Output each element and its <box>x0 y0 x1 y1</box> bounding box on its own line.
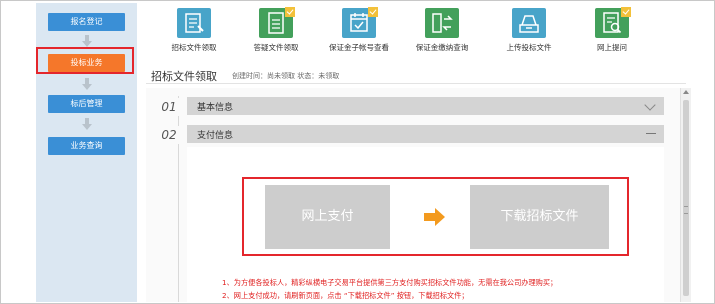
section-basic-info[interactable]: 基本信息 <box>187 97 664 115</box>
down-arrow-icon <box>82 118 92 130</box>
divider <box>146 83 686 84</box>
page-status: 创建时间：尚未领取 状态：未领取 <box>232 72 340 80</box>
tool-online-question[interactable]: 网上提问 <box>575 7 649 53</box>
section-title: 基本信息 <box>197 103 234 113</box>
checkmark-badge-icon <box>285 7 295 17</box>
tool-label: 保证金子帐号查看 <box>329 43 389 52</box>
down-arrow-icon <box>82 78 92 90</box>
chevron-down-icon[interactable] <box>644 99 656 111</box>
online-pay-button[interactable]: 网上支付 <box>265 185 390 249</box>
tool-label: 上传投标文件 <box>506 43 552 52</box>
collapse-icon[interactable] <box>646 133 656 134</box>
payment-note: 2、网上支付成功，请刷新页面，点击 “下载招标文件” 按钮，下载招标文件； <box>222 291 469 300</box>
step-number: 02 <box>158 126 180 144</box>
tool-deposit-account[interactable]: 保证金子帐号查看 <box>322 7 396 53</box>
sidebar-item-query[interactable]: 业务查询 <box>48 137 125 155</box>
tender-document-icon <box>177 8 211 38</box>
vertical-scrollbar[interactable] <box>680 88 691 302</box>
down-arrow-icon <box>82 35 92 47</box>
download-tender-button[interactable]: 下载招标文件 <box>470 185 609 249</box>
scroll-grip-icon <box>684 206 688 214</box>
transfer-icon <box>425 8 459 38</box>
tool-label: 保证金缴纳查询 <box>415 43 469 52</box>
checkmark-badge-icon <box>368 7 378 17</box>
step-number: 01 <box>158 98 180 116</box>
qa-document-icon <box>259 7 295 38</box>
tool-deposit-query[interactable]: 保证金缴纳查询 <box>405 8 479 53</box>
section-payment-info[interactable]: 支付信息 <box>187 125 664 143</box>
right-arrow-icon <box>424 208 446 226</box>
tool-label: 招标文件领取 <box>171 43 217 52</box>
tool-tender-document[interactable]: 招标文件领取 <box>157 8 231 53</box>
page-title: 招标文件领取 <box>151 70 217 83</box>
tool-qa-document[interactable]: 答疑文件领取 <box>239 7 313 53</box>
scroll-up-icon[interactable] <box>683 90 689 94</box>
section-title: 支付信息 <box>197 131 234 141</box>
calendar-check-icon <box>342 7 378 38</box>
checkmark-badge-icon <box>621 7 631 17</box>
sidebar-item-registration[interactable]: 报名登记 <box>48 13 125 31</box>
tool-label: 答疑文件领取 <box>253 43 299 52</box>
payment-note: 1、为方便各投标人，精彩纵横电子交易平台提供第三方支付购买招标文件功能，无需在我… <box>222 278 558 287</box>
scroll-thumb[interactable] <box>683 100 689 296</box>
upload-tray-icon <box>512 8 546 38</box>
sidebar-item-post-bid[interactable]: 标后管理 <box>48 95 125 113</box>
search-document-icon <box>595 7 631 38</box>
tool-upload-bid[interactable]: 上传投标文件 <box>492 8 566 53</box>
active-item-highlight <box>36 47 134 74</box>
tool-label: 网上提问 <box>597 43 627 52</box>
